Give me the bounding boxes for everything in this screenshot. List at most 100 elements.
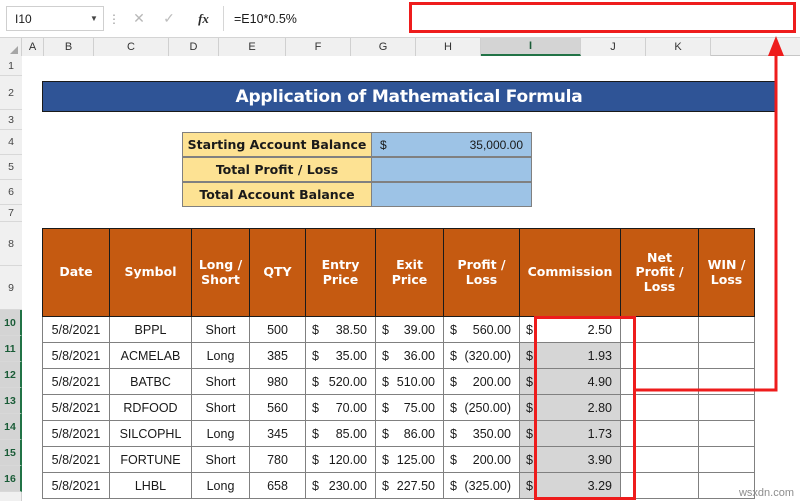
column-header-e[interactable]: E (219, 38, 286, 56)
cell-date[interactable]: 5/8/2021 (42, 446, 110, 473)
cell-profit-loss[interactable]: $ (250.00) (443, 394, 520, 421)
check-icon[interactable]: ✓ (154, 6, 184, 31)
row-header-12[interactable]: 12 (0, 362, 22, 388)
cell-date[interactable]: 5/8/2021 (42, 342, 110, 369)
table-row[interactable]: 5/8/2021 SILCOPHL Long 345 $85.00 $86.00 $350.… (42, 420, 755, 447)
cell-qty[interactable]: 345 (249, 420, 306, 447)
cell-commission[interactable]: $3.29 (519, 472, 621, 499)
cell-long-short[interactable]: Short (191, 368, 250, 395)
row-header-15[interactable]: 15 (0, 440, 22, 466)
cell-net-profit-loss[interactable] (620, 446, 699, 473)
cell-profit-loss[interactable]: $ (325.00) (443, 472, 520, 499)
column-header-g[interactable]: G (351, 38, 416, 56)
cell-win-loss[interactable] (698, 368, 755, 395)
cell-commission[interactable]: $1.73 (519, 420, 621, 447)
cell-exit-price[interactable]: $75.00 (375, 394, 444, 421)
cell-entry-price[interactable]: $230.00 (305, 472, 376, 499)
cell-exit-price[interactable]: $227.50 (375, 472, 444, 499)
row-header-4[interactable]: 4 (0, 130, 22, 155)
cell-long-short[interactable]: Short (191, 394, 250, 421)
cell-entry-price[interactable]: $120.00 (305, 446, 376, 473)
cell-exit-price[interactable]: $86.00 (375, 420, 444, 447)
cell-exit-price[interactable]: $36.00 (375, 342, 444, 369)
cell-exit-price[interactable]: $125.00 (375, 446, 444, 473)
row-header-14[interactable]: 14 (0, 414, 22, 440)
cell-exit-price[interactable]: $39.00 (375, 316, 444, 343)
row-header-2[interactable]: 2 (0, 76, 22, 110)
cell-qty[interactable]: 385 (249, 342, 306, 369)
cell-symbol[interactable]: BPPL (109, 316, 192, 343)
cell-date[interactable]: 5/8/2021 (42, 420, 110, 447)
close-icon[interactable]: ✕ (124, 6, 154, 31)
cell-win-loss[interactable] (698, 446, 755, 473)
column-header-h[interactable]: H (416, 38, 481, 56)
row-header-8[interactable]: 8 (0, 222, 22, 266)
cell-net-profit-loss[interactable] (620, 368, 699, 395)
cell-symbol[interactable]: RDFOOD (109, 394, 192, 421)
cell-date[interactable]: 5/8/2021 (42, 394, 110, 421)
cell-win-loss[interactable] (698, 394, 755, 421)
cell-commission[interactable]: $2.50 (519, 316, 621, 343)
table-header-cell[interactable]: QTY (249, 228, 306, 317)
cell-symbol[interactable]: ACMELAB (109, 342, 192, 369)
cell-commission[interactable]: $4.90 (519, 368, 621, 395)
row-header-13[interactable]: 13 (0, 388, 22, 414)
cell-profit-loss[interactable]: $200.00 (443, 368, 520, 395)
row-header-6[interactable]: 6 (0, 180, 22, 205)
vertical-dots-icon[interactable]: ⋮ (104, 6, 124, 31)
table-row[interactable]: 5/8/2021 BPPL Short 500 $38.50 $39.00 $560.00 $… (42, 316, 755, 343)
table-header-cell[interactable]: Symbol (109, 228, 192, 317)
cell-long-short[interactable]: Long (191, 420, 250, 447)
row-header-11[interactable]: 11 (0, 336, 22, 362)
cell-qty[interactable]: 980 (249, 368, 306, 395)
cell-long-short[interactable]: Long (191, 342, 250, 369)
select-all-corner[interactable] (0, 38, 22, 56)
summary-value-total-balance[interactable] (372, 182, 532, 207)
column-header-b[interactable]: B (44, 38, 94, 56)
table-header-cell[interactable]: Commission (519, 228, 621, 317)
cell-qty[interactable]: 500 (249, 316, 306, 343)
cell-qty[interactable]: 658 (249, 472, 306, 499)
cell-commission[interactable]: $2.80 (519, 394, 621, 421)
cell-date[interactable]: 5/8/2021 (42, 368, 110, 395)
cell-win-loss[interactable] (698, 420, 755, 447)
row-header-3[interactable]: 3 (0, 110, 22, 130)
cell-symbol[interactable]: BATBC (109, 368, 192, 395)
table-header-cell[interactable]: Net Profit / Loss (620, 228, 699, 317)
cell-qty[interactable]: 780 (249, 446, 306, 473)
column-header-k[interactable]: K (646, 38, 711, 56)
table-header-cell[interactable]: Entry Price (305, 228, 376, 317)
cell-symbol[interactable]: SILCOPHL (109, 420, 192, 447)
row-header-5[interactable]: 5 (0, 155, 22, 180)
table-row[interactable]: 5/8/2021 ACMELAB Long 385 $35.00 $36.00 $ (320.… (42, 342, 755, 369)
row-header-7[interactable]: 7 (0, 205, 22, 222)
table-header-cell[interactable]: Date (42, 228, 110, 317)
table-row[interactable]: 5/8/2021 BATBC Short 980 $520.00 $510.00 $200.… (42, 368, 755, 395)
summary-value-starting-balance[interactable]: $ 35,000.00 (372, 132, 532, 157)
table-row[interactable]: 5/8/2021 RDFOOD Short 560 $70.00 $75.00 $ (250.… (42, 394, 755, 421)
cell-net-profit-loss[interactable] (620, 420, 699, 447)
cell-entry-price[interactable]: $38.50 (305, 316, 376, 343)
cell-profit-loss[interactable]: $560.00 (443, 316, 520, 343)
cell-net-profit-loss[interactable] (620, 316, 699, 343)
row-header-16[interactable]: 16 (0, 466, 22, 492)
row-header-10[interactable]: 10 (0, 310, 22, 336)
cell-symbol[interactable]: FORTUNE (109, 446, 192, 473)
cell-entry-price[interactable]: $520.00 (305, 368, 376, 395)
cell-long-short[interactable]: Short (191, 446, 250, 473)
cell-net-profit-loss[interactable] (620, 394, 699, 421)
column-header-d[interactable]: D (169, 38, 219, 56)
table-header-cell[interactable]: WIN / Loss (698, 228, 755, 317)
cell-profit-loss[interactable]: $350.00 (443, 420, 520, 447)
cell-date[interactable]: 5/8/2021 (42, 472, 110, 499)
cell-profit-loss[interactable]: $200.00 (443, 446, 520, 473)
table-row[interactable]: 5/8/2021 LHBL Long 658 $230.00 $227.50 $ (325.0… (42, 472, 755, 499)
cell-win-loss[interactable] (698, 342, 755, 369)
table-header-cell[interactable]: Exit Price (375, 228, 444, 317)
summary-value-total-profit-loss[interactable] (372, 157, 532, 182)
cell-long-short[interactable]: Long (191, 472, 250, 499)
cell-entry-price[interactable]: $35.00 (305, 342, 376, 369)
cell-long-short[interactable]: Short (191, 316, 250, 343)
table-row[interactable]: 5/8/2021 FORTUNE Short 780 $120.00 $125.00 $20… (42, 446, 755, 473)
cell-entry-price[interactable]: $85.00 (305, 420, 376, 447)
